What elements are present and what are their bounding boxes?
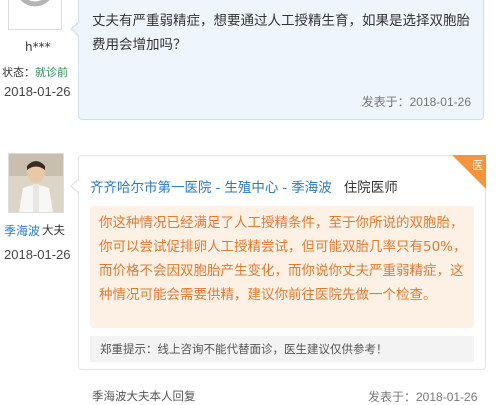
department-link[interactable]: 生殖中心 — [224, 180, 278, 196]
doctor-photo-icon — [9, 154, 63, 212]
doctor-date: 2018-01-26 — [4, 247, 71, 262]
self-reply-link[interactable]: 季海波大夫本人回复 — [92, 388, 196, 404]
answer-bubble: 医 齐齐哈尔市第一医院 - 生殖中心 - 季海波 住院医师 你这种情况已经满足了人工授精条… — [70, 155, 486, 370]
doctor-badge: 医 — [452, 155, 486, 189]
default-user-icon — [9, 0, 61, 29]
separator: - — [215, 180, 221, 196]
status-label: 状态： — [2, 66, 35, 79]
answer-text: 你这种情况已经满足了人工授精条件，至于你所说的双胞胎，你可以尝试促排卵人工授精尝… — [99, 215, 467, 303]
doctor-role: 大夫 — [42, 223, 65, 237]
patient-name[interactable]: h*** — [25, 40, 51, 54]
bubble-pointer — [70, 21, 80, 37]
question-posted-time: 发表于：2018-01-26 — [361, 95, 471, 109]
question-text: 丈夫有严重弱精症，想要通过人工授精生育，如果是选择双胞胎费用会增加吗？ — [92, 13, 470, 53]
doctor-info-line: 齐齐哈尔市第一医院 - 生殖中心 - 季海波 住院医师 — [90, 176, 398, 196]
answer-content: 你这种情况已经满足了人工授精条件，至于你所说的双胞胎，你可以尝试促排卵人工授精尝… — [90, 206, 474, 328]
doctor-title: 住院医师 — [343, 180, 398, 196]
hospital-link[interactable]: 齐齐哈尔市第一医院 — [90, 180, 212, 196]
patient-status: 状态：就诊前 — [2, 64, 68, 80]
answer-posted-time: 发表于：2018-01-26 — [368, 390, 478, 404]
doctor-avatar[interactable] — [8, 153, 64, 213]
question-bubble: 丈夫有严重弱精症，想要通过人工授精生育，如果是选择双胞胎费用会增加吗？ 发表于：… — [70, 0, 484, 120]
patient-avatar — [8, 0, 62, 30]
doctor-name[interactable]: 季海波 — [4, 222, 40, 239]
separator: - — [282, 180, 288, 196]
disclaimer-notice: 郑重提示：线上咨询不能代替面诊，医生建议仅供参考！ — [90, 336, 474, 362]
bubble-pointer — [70, 178, 80, 194]
badge-text: 医 — [472, 159, 483, 172]
doctor-link[interactable]: 季海波 — [291, 180, 332, 196]
patient-date: 2018-01-26 — [4, 84, 71, 99]
status-value: 就诊前 — [35, 66, 68, 79]
